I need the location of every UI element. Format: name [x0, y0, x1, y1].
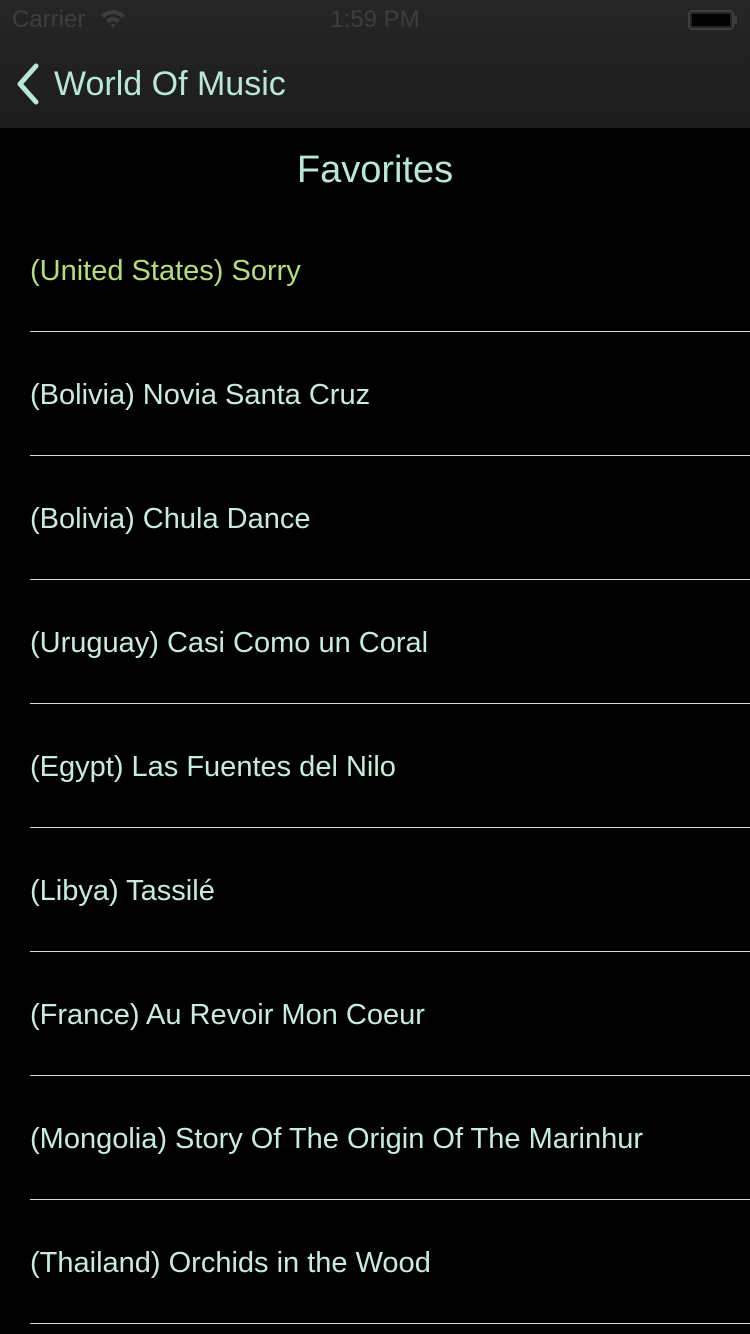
list-item-label: (Bolivia) Chula Dance — [30, 503, 311, 535]
list-item-label: (Bolivia) Novia Santa Cruz — [30, 379, 371, 411]
list-item-label: (Egypt) Las Fuentes del Nilo — [30, 751, 396, 783]
back-button[interactable]: World Of Music — [14, 62, 286, 106]
separator — [30, 579, 750, 580]
list-item-label: (Libya) Tassilé — [30, 875, 215, 907]
list-item[interactable]: (Bolivia) Novia Santa Cruz — [0, 336, 750, 460]
chevron-left-icon — [17, 63, 39, 105]
list-item-label: (Uruguay) Casi Como un Coral — [30, 627, 429, 659]
separator — [30, 703, 750, 704]
clock: 1:59 PM — [330, 6, 420, 33]
status-bar: Carrier 1:59 PM — [0, 0, 750, 40]
list-item[interactable]: (Uruguay) Casi Como un Coral — [0, 584, 750, 708]
separator — [30, 827, 750, 828]
favorites-list: (United States) Sorry (Bolivia) Novia Sa… — [0, 212, 750, 1328]
list-item[interactable]: (Mongolia) Story Of The Origin Of The Ma… — [0, 1080, 750, 1204]
list-item[interactable]: (Bolivia) Chula Dance — [0, 460, 750, 584]
list-item-label: (United States) Sorry — [30, 255, 301, 287]
list-item[interactable]: (United States) Sorry — [0, 212, 750, 336]
list-item-label: (Mongolia) Story Of The Origin Of The Ma… — [30, 1123, 643, 1155]
separator — [30, 331, 750, 332]
list-item-label: (France) Au Revoir Mon Coeur — [30, 999, 425, 1031]
separator — [30, 1075, 750, 1076]
back-button-label: World Of Music — [54, 65, 286, 103]
list-item[interactable]: (France) Au Revoir Mon Coeur — [0, 956, 750, 1080]
battery-icon — [688, 10, 737, 30]
list-item[interactable]: (Thailand) Orchids in the Wood — [0, 1204, 750, 1328]
separator — [30, 951, 750, 952]
separator — [30, 455, 750, 456]
header: Carrier 1:59 PM World Of Music — [0, 0, 750, 128]
navigation-bar: World Of Music — [0, 40, 750, 128]
separator — [30, 1323, 750, 1324]
section-title: Favorites — [296, 149, 454, 191]
list-item[interactable]: (Libya) Tassilé — [0, 832, 750, 956]
list-item[interactable]: (Egypt) Las Fuentes del Nilo — [0, 708, 750, 832]
list-item-label: (Thailand) Orchids in the Wood — [30, 1247, 431, 1279]
separator — [30, 1199, 750, 1200]
